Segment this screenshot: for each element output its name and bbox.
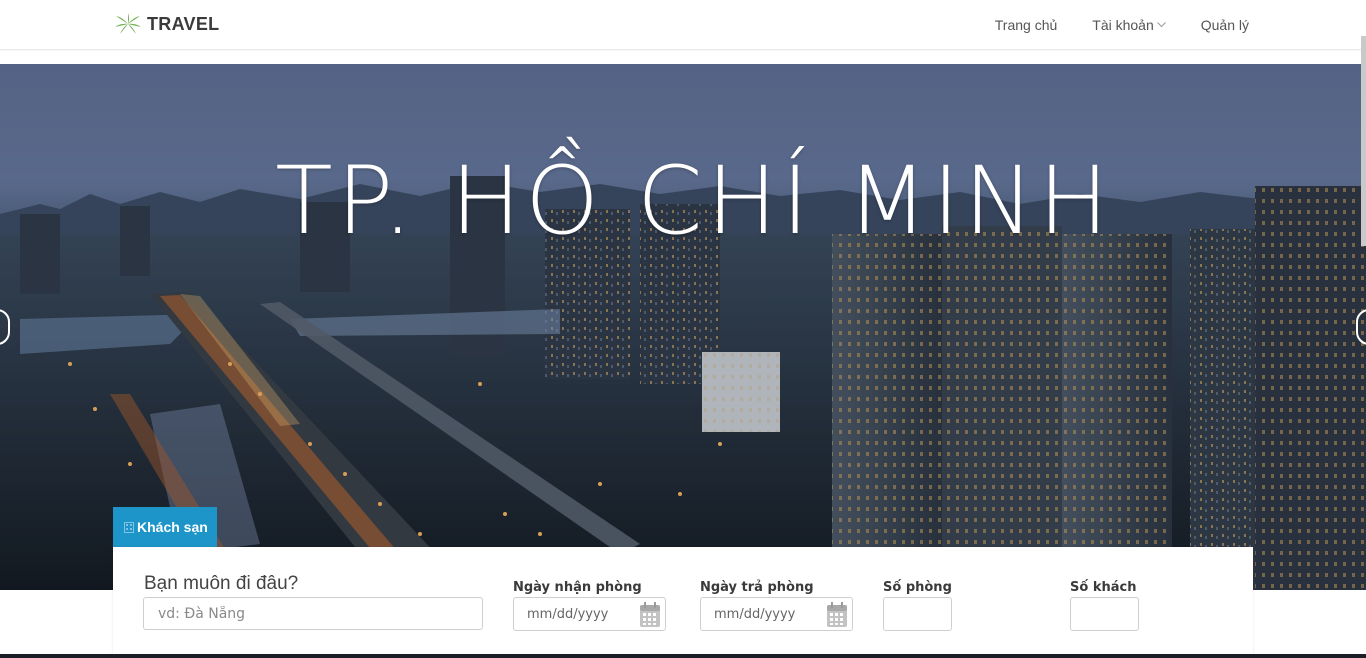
- checkout-label: Ngày trả phòng: [700, 580, 814, 595]
- nav-manage-link[interactable]: Quản lý: [1201, 17, 1249, 33]
- guests-input[interactable]: [1070, 597, 1139, 631]
- nav-account-dropdown[interactable]: Tài khoản: [1092, 17, 1166, 33]
- checkout-date-value: mm/dd/yyyy: [714, 606, 796, 622]
- main-nav: Trang chủ Tài khoản Quản lý: [960, 0, 1249, 50]
- calendar-icon[interactable]: [639, 602, 661, 628]
- top-navbar: TRAVEL Trang chủ Tài khoản Quản lý: [0, 0, 1366, 50]
- hero-city-title: TP. HỒ CHÍ MINH: [275, 147, 1113, 256]
- brand-logo-link[interactable]: TRAVEL: [114, 10, 219, 38]
- palm-leaf-icon: [115, 13, 141, 34]
- hotel-search-form: Bạn muôn đi đâu? Ngày nhận phòng mm/dd/y…: [113, 547, 1253, 658]
- checkin-date-value: mm/dd/yyyy: [527, 606, 609, 622]
- checkin-label: Ngày nhận phòng: [513, 580, 642, 595]
- calendar-icon[interactable]: [826, 602, 848, 628]
- page-scrollbar-thumb[interactable]: [1361, 36, 1366, 246]
- bottom-edge-bar: [0, 654, 1366, 658]
- carousel-next-arrow[interactable]: [1356, 309, 1366, 345]
- destination-label: Bạn muôn đi đâu?: [144, 573, 299, 594]
- brand-name: TRAVEL: [147, 13, 220, 34]
- tab-hotel[interactable]: Khách sạn: [113, 507, 217, 547]
- tab-hotel-label: Khách sạn: [137, 519, 208, 535]
- guests-label: Số khách: [1070, 580, 1137, 595]
- rooms-input[interactable]: [883, 597, 952, 631]
- rooms-label: Số phòng: [883, 580, 952, 595]
- checkout-date-input[interactable]: mm/dd/yyyy: [700, 597, 853, 631]
- building-icon: [124, 521, 134, 533]
- nav-home-link[interactable]: Trang chủ: [995, 17, 1058, 33]
- chevron-down-icon: [1156, 22, 1166, 28]
- nav-account-label: Tài khoản: [1092, 17, 1154, 33]
- checkin-date-input[interactable]: mm/dd/yyyy: [513, 597, 666, 631]
- destination-input[interactable]: [143, 597, 483, 630]
